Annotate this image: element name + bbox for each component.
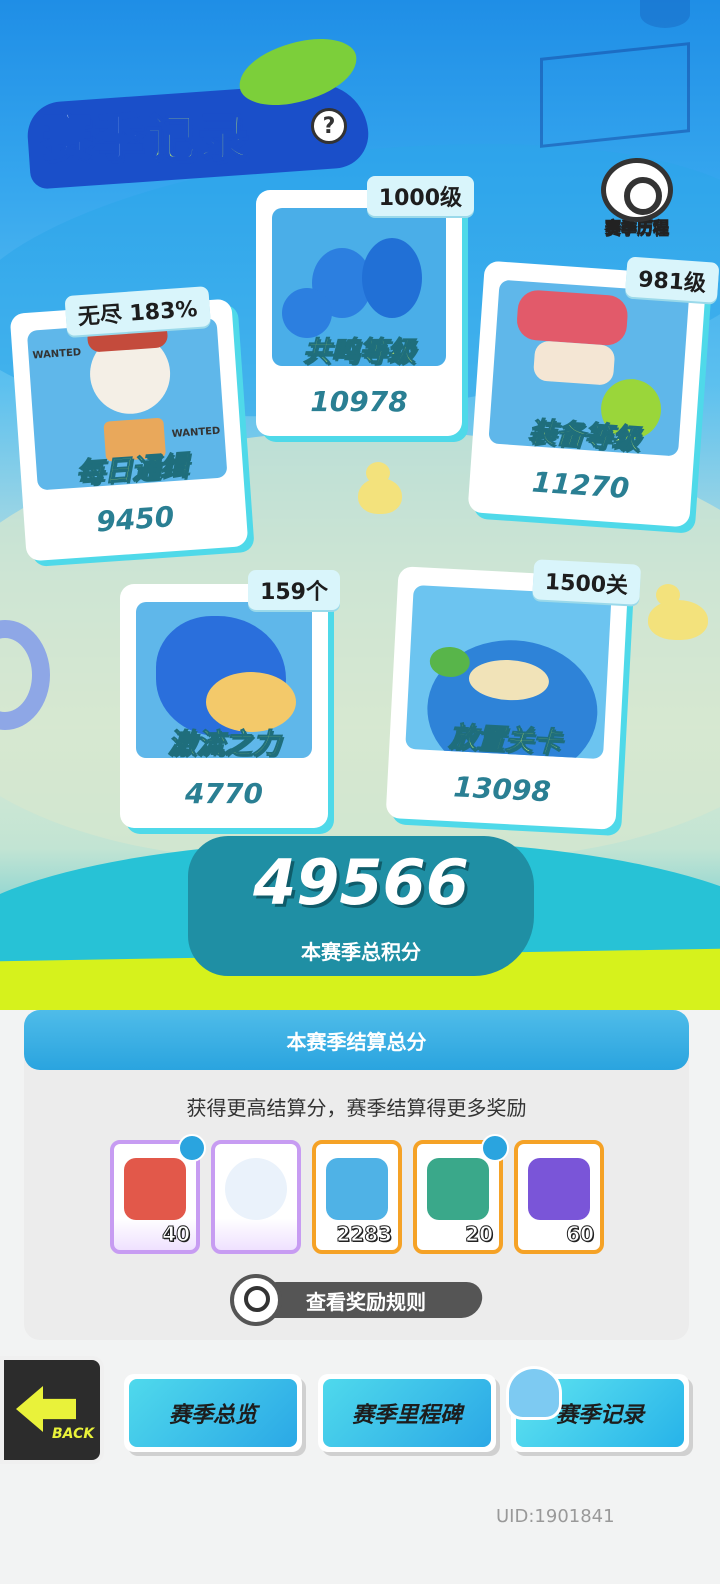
card-name: 激流之力 bbox=[167, 727, 280, 761]
purple-ticket-icon bbox=[528, 1158, 590, 1220]
flip-flop-icon bbox=[515, 289, 629, 347]
record-card-torrent-power[interactable]: 159个 激流之力 4770 bbox=[120, 570, 340, 828]
sandal-strap-icon bbox=[532, 340, 616, 386]
card-tag: 1000级 bbox=[366, 176, 474, 216]
reward-item[interactable] bbox=[211, 1140, 301, 1254]
card-tag: 1500关 bbox=[531, 559, 642, 605]
season-badge-icon bbox=[481, 1134, 509, 1162]
card-score: 10978 bbox=[310, 385, 408, 418]
shell-ticket-icon bbox=[427, 1158, 489, 1220]
reward-item[interactable]: 20 bbox=[413, 1134, 509, 1254]
steering-wheel-icon bbox=[601, 158, 673, 222]
help-button[interactable]: ? bbox=[311, 108, 347, 144]
back-button[interactable]: BACK bbox=[0, 1356, 104, 1464]
globe-ticket-icon bbox=[326, 1158, 388, 1220]
card-tag: 981级 bbox=[624, 256, 720, 303]
page-title-block: 赛季记录 bbox=[25, 32, 371, 190]
wanted-poster-right: WANTED bbox=[171, 425, 221, 441]
tab-label: 赛季总览 bbox=[129, 1379, 297, 1447]
card-name: 共鸣等级 bbox=[302, 335, 415, 369]
card-score: 4770 bbox=[185, 777, 263, 810]
wanted-poster-left: WANTED bbox=[32, 347, 82, 362]
view-reward-rules-button[interactable]: 查看奖励规则 bbox=[230, 1274, 485, 1326]
reward-item[interactable]: 2283 bbox=[312, 1140, 402, 1254]
reward-list: 40 2283 20 60 bbox=[110, 1134, 610, 1256]
settlement-panel: 本赛季结算总分 获得更高结算分，赛季结算得更多奖励 40 2283 20 60 … bbox=[24, 1010, 689, 1340]
record-card-equipment-level[interactable]: 981级 装备等级 11270 bbox=[467, 256, 720, 528]
card-score: 11270 bbox=[530, 465, 631, 506]
settlement-subtitle: 获得更高结算分，赛季结算得更多奖励 bbox=[186, 1096, 527, 1120]
rubber-duck-icon bbox=[648, 584, 708, 640]
settlement-header: 本赛季结算总分 bbox=[24, 1010, 689, 1070]
season-history-button[interactable]: 赛季历程 bbox=[590, 158, 684, 246]
rubber-duck-icon bbox=[358, 462, 402, 514]
lion-dance-ticket-icon bbox=[124, 1158, 186, 1220]
jellyfish-icon bbox=[506, 1366, 562, 1420]
reward-qty: 40 bbox=[162, 1222, 191, 1247]
record-card-resonance-level[interactable]: 1000级 共鸣等级 10978 bbox=[256, 176, 474, 436]
user-id: UID:1901841 bbox=[496, 1506, 615, 1527]
sailor-bear-icon bbox=[225, 1158, 287, 1220]
tab-label: 赛季里程碑 bbox=[323, 1379, 491, 1447]
rules-button-label: 查看奖励规则 bbox=[306, 1290, 426, 1314]
card-score: 13098 bbox=[452, 770, 552, 809]
reward-qty: 20 bbox=[465, 1222, 494, 1247]
record-card-idle-stages[interactable]: 1500关 放置关卡 13098 bbox=[385, 559, 642, 830]
total-season-score-label: 本赛季总积分 bbox=[301, 940, 421, 964]
reward-item[interactable]: 40 bbox=[110, 1134, 206, 1254]
beach-house-deco bbox=[540, 42, 690, 148]
card-tag: 159个 bbox=[248, 570, 340, 610]
reward-qty: 60 bbox=[566, 1222, 595, 1247]
back-label: BACK bbox=[52, 1426, 95, 1442]
record-card-daily-wanted[interactable]: WANTED WANTED 无尽 183% 每日通缉 9450 bbox=[9, 286, 249, 562]
silhouette-icon bbox=[362, 238, 422, 318]
page-title: 赛季记录 bbox=[41, 108, 250, 168]
reward-item[interactable]: 60 bbox=[514, 1140, 604, 1254]
skull-deco-icon bbox=[640, 0, 690, 28]
season-badge-icon bbox=[178, 1134, 206, 1162]
card-score: 9450 bbox=[95, 500, 176, 539]
reward-qty: 2283 bbox=[336, 1222, 393, 1247]
tab-season-overview[interactable]: 赛季总览 bbox=[124, 1374, 302, 1452]
magnifier-icon bbox=[230, 1274, 282, 1326]
tab-season-milestones[interactable]: 赛季里程碑 bbox=[318, 1374, 496, 1452]
total-season-score: 49566 bbox=[253, 846, 469, 919]
